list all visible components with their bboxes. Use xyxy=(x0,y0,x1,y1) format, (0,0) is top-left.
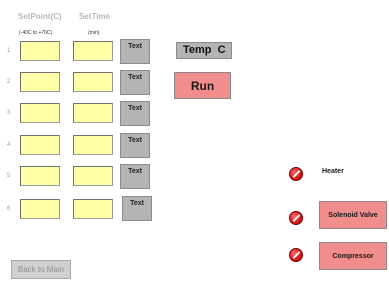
settime-input[interactable] xyxy=(73,166,113,186)
row-number: 3 xyxy=(7,110,11,116)
row-number: 6 xyxy=(7,206,11,212)
setpoint-input[interactable] xyxy=(20,166,60,186)
settime-header: SetTime xyxy=(79,12,110,21)
settime-input[interactable] xyxy=(73,103,113,123)
setpoint-range-label: (-40C to +70C) xyxy=(19,30,53,36)
run-button[interactable]: Run xyxy=(174,72,231,99)
step-text-display: Text xyxy=(120,164,150,189)
setpoint-input[interactable] xyxy=(20,41,60,61)
setpoint-input[interactable] xyxy=(20,199,60,219)
settime-input[interactable] xyxy=(73,199,113,219)
step-text-display: Text xyxy=(122,196,152,221)
temp-display: Temp C xyxy=(176,42,232,59)
setpoint-input[interactable] xyxy=(20,135,60,155)
row-number: 5 xyxy=(7,173,11,179)
step-text-display: Text xyxy=(120,39,150,64)
solenoid-indicator-icon xyxy=(289,211,303,225)
solenoid-valve-button[interactable]: Solenoid Valve xyxy=(319,201,387,229)
row-number: 1 xyxy=(7,48,11,54)
compressor-button[interactable]: Compressor xyxy=(319,242,387,270)
setpoint-input[interactable] xyxy=(20,103,60,123)
settime-input[interactable] xyxy=(73,41,113,61)
setpoint-input[interactable] xyxy=(20,72,60,92)
row-number: 4 xyxy=(7,142,11,148)
step-text-display: Text xyxy=(120,133,150,158)
heater-label: Heater xyxy=(322,168,344,175)
step-text-display: Text xyxy=(120,101,150,126)
settime-input[interactable] xyxy=(73,135,113,155)
back-to-main-button[interactable]: Back to Main xyxy=(11,260,71,279)
setpoint-header: SetPoint(C) xyxy=(18,12,62,21)
row-number: 2 xyxy=(7,79,11,85)
settime-input[interactable] xyxy=(73,72,113,92)
compressor-indicator-icon xyxy=(289,248,303,262)
heater-indicator-icon xyxy=(289,167,303,181)
step-text-display: Text xyxy=(120,70,150,95)
settime-unit-label: (min) xyxy=(88,30,100,36)
